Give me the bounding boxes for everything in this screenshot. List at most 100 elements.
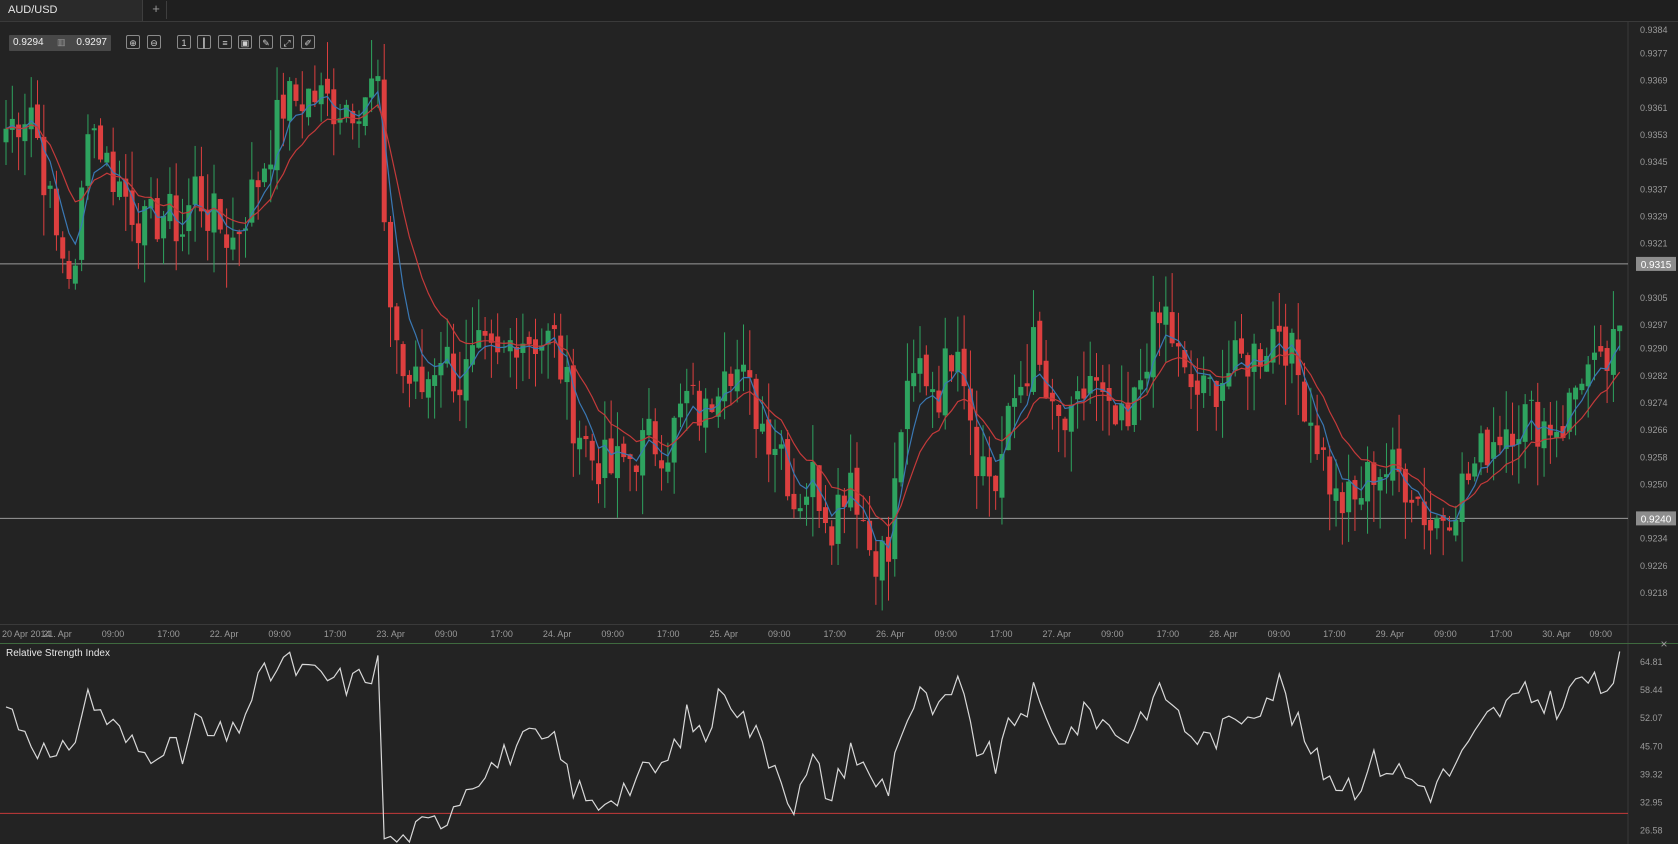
candle-body xyxy=(1510,433,1516,447)
candle-body xyxy=(659,460,665,469)
rsi-y-tick-label: 58.44 xyxy=(1640,685,1663,695)
candle-body xyxy=(1257,349,1263,367)
close-rsi-icon: × xyxy=(1660,637,1667,651)
candle-body xyxy=(677,403,683,418)
candle-body xyxy=(375,76,381,82)
candle-body xyxy=(1138,380,1144,390)
x-tick-label: 17:00 xyxy=(1490,629,1513,639)
candle-body xyxy=(1396,448,1402,472)
candle-body xyxy=(1528,399,1534,401)
candle-body xyxy=(1320,447,1326,450)
candle-body xyxy=(860,520,866,522)
candle-body xyxy=(917,358,923,374)
candle-body xyxy=(879,540,885,581)
x-tick-label: 17:00 xyxy=(490,629,513,639)
candle-body xyxy=(1585,364,1591,387)
candle-body xyxy=(1056,404,1062,416)
candle-body xyxy=(1554,431,1560,438)
candle-body xyxy=(1220,382,1226,401)
x-tick-label: 09:00 xyxy=(1434,629,1457,639)
x-tick-label: 09:00 xyxy=(1589,629,1612,639)
candle-body xyxy=(9,118,15,130)
candle-body xyxy=(684,390,690,404)
x-tick-label: 17:00 xyxy=(1323,629,1346,639)
candle-body xyxy=(1005,405,1011,451)
level-price-label: 0.9240 xyxy=(1641,514,1672,525)
candle-body xyxy=(224,234,230,248)
candle-body xyxy=(1125,402,1131,427)
y-tick-label: 0.9250 xyxy=(1640,479,1668,489)
candle-body xyxy=(526,336,532,345)
level-price-label: 0.9315 xyxy=(1641,260,1672,271)
candle-body xyxy=(394,306,400,341)
candle-body xyxy=(1591,352,1597,360)
candle-body xyxy=(356,121,362,124)
candle-body xyxy=(1075,391,1081,400)
candle-body xyxy=(142,206,148,246)
x-tick-label: 21. Apr xyxy=(43,629,72,639)
candle-body xyxy=(1081,388,1087,399)
candle-body xyxy=(980,456,986,477)
candle-body xyxy=(135,223,141,244)
y-tick-label: 0.9353 xyxy=(1640,130,1668,140)
candle-body xyxy=(287,81,293,121)
candle-body xyxy=(1238,338,1244,354)
y-tick-label: 0.9282 xyxy=(1640,371,1668,381)
candle-body xyxy=(974,426,980,477)
candle-body xyxy=(3,128,9,143)
candle-body xyxy=(1024,383,1030,387)
candle-body xyxy=(898,432,904,483)
x-tick-label: 09:00 xyxy=(1101,629,1124,639)
candle-body xyxy=(1478,433,1484,463)
candle-body xyxy=(66,261,72,280)
candle-body xyxy=(1491,442,1497,459)
candle-body xyxy=(211,193,217,233)
x-tick-label: 26. Apr xyxy=(876,629,905,639)
candle-body xyxy=(703,398,709,428)
y-tick-label: 0.9345 xyxy=(1640,157,1668,167)
candle-body xyxy=(261,168,267,183)
candle-body xyxy=(1459,473,1465,522)
candle-body xyxy=(904,380,910,430)
candle-body xyxy=(1497,436,1503,446)
candle-body xyxy=(999,454,1005,498)
candle-body xyxy=(268,164,274,170)
candle-body xyxy=(1604,348,1610,371)
y-tick-label: 0.9266 xyxy=(1640,425,1668,435)
candle-body xyxy=(791,493,797,510)
candle-body xyxy=(1573,387,1579,400)
candle-body xyxy=(835,494,841,544)
candle-body xyxy=(1541,421,1547,449)
candle-body xyxy=(1579,383,1585,391)
candle-body xyxy=(1068,404,1074,432)
x-tick-label: 25. Apr xyxy=(709,629,738,639)
y-tick-label: 0.9305 xyxy=(1640,293,1668,303)
candle-body xyxy=(1484,429,1490,466)
candle-body xyxy=(1094,377,1100,381)
candle-body xyxy=(1352,480,1358,500)
candle-body xyxy=(72,265,78,284)
candle-body xyxy=(16,124,22,138)
candle-body xyxy=(822,507,828,524)
x-tick-label: 29. Apr xyxy=(1376,629,1405,639)
x-tick-label: 09:00 xyxy=(935,629,958,639)
candle-body xyxy=(104,152,110,163)
candle-body xyxy=(400,344,406,377)
x-tick-label: 17:00 xyxy=(657,629,680,639)
candle-body xyxy=(583,436,589,440)
candle-body xyxy=(797,508,803,512)
x-tick-label: 17:00 xyxy=(823,629,846,639)
candle-body xyxy=(930,389,936,393)
price-chart[interactable]: 0.9384 0.9377 0.9369 0.9361 0.9353 0.9345 0.93… xyxy=(0,0,1678,844)
candle-body xyxy=(696,390,702,426)
candle-body xyxy=(1194,380,1200,395)
x-tick-label: 24. Apr xyxy=(543,629,572,639)
candle-body xyxy=(413,366,419,382)
y-tick-label: 0.9329 xyxy=(1640,211,1668,221)
candle-body xyxy=(432,375,438,386)
candle-body xyxy=(778,444,784,449)
candle-body xyxy=(179,234,185,237)
candle-body xyxy=(1037,320,1043,365)
y-tick-label: 0.9337 xyxy=(1640,184,1668,194)
candle-body xyxy=(98,125,104,160)
